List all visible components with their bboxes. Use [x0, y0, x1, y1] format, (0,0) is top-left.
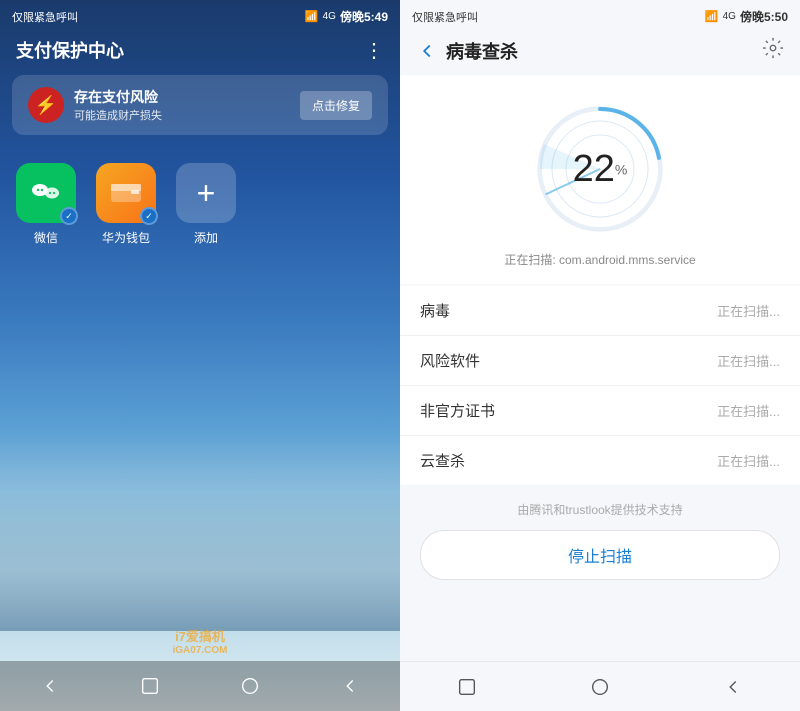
scan-item-cert: 非官方证书 正在扫描... [400, 386, 800, 436]
warning-left: ⚡ 存在支付风险 可能造成财产损失 [28, 87, 162, 123]
right-status-icons: 📶 4G 傍晚5:50 [705, 8, 788, 25]
left-bottom-nav [0, 661, 400, 711]
riskware-label: 风险软件 [420, 350, 480, 371]
title-left: 病毒查杀 [416, 38, 518, 64]
right-titlebar: 病毒查杀 [400, 29, 800, 75]
add-icon-wrapper: + [176, 163, 236, 223]
wallet-label: 华为钱包 [102, 229, 150, 246]
settings-button[interactable] [762, 37, 784, 65]
scan-item-riskware: 风险软件 正在扫描... [400, 336, 800, 386]
right-panel: 仅限紧急呼叫 📶 4G 傍晚5:50 病毒查杀 [400, 0, 800, 711]
app-item-add[interactable]: + 添加 [176, 163, 236, 246]
right-nav-square[interactable] [447, 667, 487, 707]
right-nav-home[interactable] [580, 667, 620, 707]
watermark: i7爱搞机 iGA07.COM [172, 626, 227, 656]
wechat-icon-wrapper: ✓ [16, 163, 76, 223]
signal-icon: 4G [323, 11, 336, 22]
app-grid: ✓ 微信 ✓ 华为钱包 [12, 155, 388, 254]
left-emergency-text: 仅限紧急呼叫 [12, 9, 78, 25]
support-text: 由腾讯和trustlook提供技术支持 [400, 485, 800, 530]
wechat-shield-badge: ✓ [60, 207, 78, 225]
right-bottom-nav [400, 661, 800, 711]
right-wifi-icon: 📶 [705, 10, 719, 23]
nav-chevron-button[interactable] [330, 666, 370, 706]
left-panel: 仅限紧急呼叫 📶 4G 傍晚5:49 支付保护中心 ⋮ ⚡ 存在支付风险 可能造… [0, 0, 400, 711]
wallet-shield-badge: ✓ [140, 207, 158, 225]
app-item-wallet[interactable]: ✓ 华为钱包 [96, 163, 156, 246]
wechat-label: 微信 [34, 229, 58, 246]
virus-label: 病毒 [420, 300, 450, 321]
fix-button[interactable]: 点击修复 [300, 91, 372, 120]
right-signal-icon: 4G [723, 11, 736, 22]
nav-square-button[interactable] [130, 666, 170, 706]
warning-card: ⚡ 存在支付风险 可能造成财产损失 点击修复 [12, 75, 388, 135]
left-status-icons: 📶 4G 傍晚5:49 [305, 8, 388, 25]
right-emergency-text: 仅限紧急呼叫 [412, 9, 478, 25]
warning-sub: 可能造成财产损失 [74, 107, 162, 123]
warning-icon: ⚡ [28, 87, 64, 123]
stop-btn-container: 停止扫描 [400, 530, 800, 600]
left-content: ⚡ 存在支付风险 可能造成财产损失 点击修复 [0, 75, 400, 254]
cloud-label: 云查杀 [420, 450, 465, 471]
app-item-wechat[interactable]: ✓ 微信 [16, 163, 76, 246]
add-label: 添加 [194, 229, 218, 246]
add-app-icon: + [176, 163, 236, 223]
nav-back-button[interactable] [30, 666, 70, 706]
left-time: 傍晚5:49 [340, 8, 388, 25]
scan-item-cloud: 云查杀 正在扫描... [400, 436, 800, 485]
left-statusbar: 仅限紧急呼叫 📶 4G 傍晚5:49 [0, 0, 400, 29]
percent-symbol: % [615, 162, 627, 178]
warning-main: 存在支付风险 [74, 87, 162, 107]
progress-text: 22% [573, 150, 628, 188]
cloud-status: 正在扫描... [717, 451, 780, 470]
scan-status-text: 正在扫描: com.android.mms.service [504, 251, 695, 268]
watermark-text: i7爱搞机 [172, 626, 227, 645]
warning-text: 存在支付风险 可能造成财产损失 [74, 87, 162, 123]
progress-number: 22 [573, 148, 615, 190]
progress-circle: 22% [530, 99, 670, 239]
left-titlebar: 支付保护中心 ⋮ [0, 29, 400, 75]
back-button[interactable] [416, 40, 438, 62]
right-nav-back[interactable] [713, 667, 753, 707]
scan-area: 22% 正在扫描: com.android.mms.service [400, 75, 800, 284]
left-title: 支付保护中心 [16, 37, 124, 63]
right-statusbar: 仅限紧急呼叫 📶 4G 傍晚5:50 [400, 0, 800, 29]
virus-status: 正在扫描... [717, 301, 780, 320]
watermark-url: iGA07.COM [172, 645, 227, 656]
right-title: 病毒查杀 [446, 38, 518, 64]
more-options-icon[interactable]: ⋮ [364, 38, 384, 63]
riskware-status: 正在扫描... [717, 351, 780, 370]
scan-items-list: 病毒 正在扫描... 风险软件 正在扫描... 非官方证书 正在扫描... 云查… [400, 286, 800, 485]
wallet-icon-wrapper: ✓ [96, 163, 156, 223]
scan-item-virus: 病毒 正在扫描... [400, 286, 800, 336]
wifi-icon: 📶 [305, 10, 319, 23]
cert-label: 非官方证书 [420, 400, 495, 421]
cert-status: 正在扫描... [717, 401, 780, 420]
right-time: 傍晚5:50 [740, 8, 788, 25]
stop-scan-button[interactable]: 停止扫描 [420, 530, 780, 580]
nav-home-button[interactable] [230, 666, 270, 706]
